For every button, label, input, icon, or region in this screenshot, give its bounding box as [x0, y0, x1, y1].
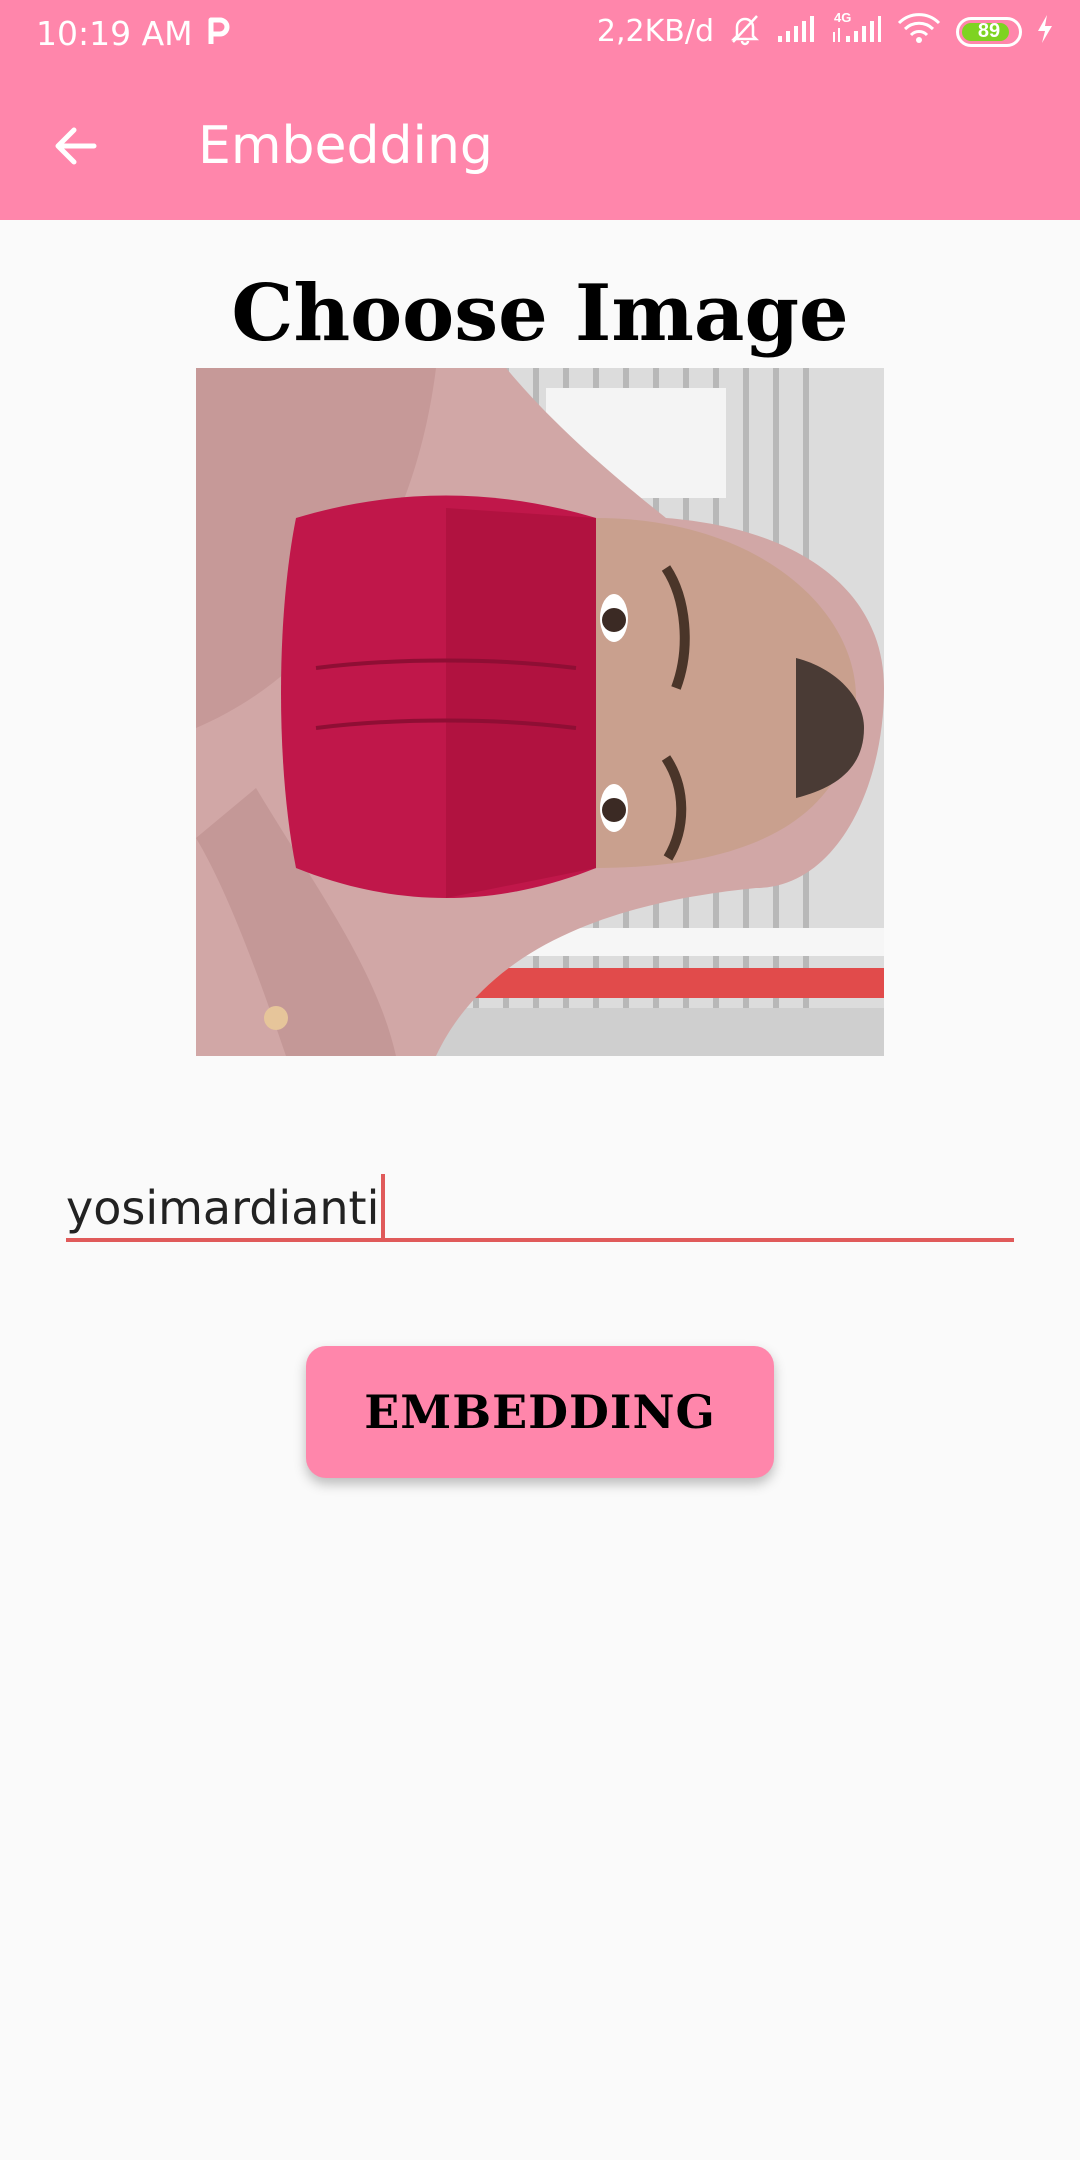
- text-cursor: [381, 1174, 386, 1238]
- parking-p-icon: [206, 16, 232, 51]
- mute-bell-icon: [728, 12, 762, 51]
- status-icons: 2,2KB/d 4G 89: [596, 10, 1054, 51]
- embedding-button-label: EMBEDDING: [364, 1385, 716, 1439]
- name-input[interactable]: yosimardianti: [66, 1160, 1014, 1242]
- app-title: Embedding: [198, 116, 493, 176]
- arrow-left-icon: [55, 127, 97, 165]
- page-heading: Choose Image: [231, 268, 849, 359]
- network-label: 4G: [834, 10, 852, 25]
- selected-image[interactable]: [196, 368, 884, 1056]
- wifi-icon: [896, 13, 942, 50]
- name-input-value: yosimardianti: [66, 1181, 380, 1235]
- battery-text: 89: [977, 20, 1001, 42]
- battery-icon: 89: [956, 16, 1022, 47]
- status-time: 10:19 AM: [36, 14, 193, 53]
- signal-4g-icon: 4G: [830, 10, 882, 49]
- signal-icon: [776, 14, 816, 49]
- charging-bolt-icon: [1036, 14, 1054, 49]
- net-speed: 2,2KB/d: [596, 14, 714, 49]
- status-bar: 10:19 AM 2,2KB/d 4G 89: [0, 0, 1080, 64]
- app-bar: Embedding: [0, 64, 1080, 220]
- back-button[interactable]: [40, 110, 112, 182]
- embedding-button[interactable]: EMBEDDING: [306, 1346, 774, 1478]
